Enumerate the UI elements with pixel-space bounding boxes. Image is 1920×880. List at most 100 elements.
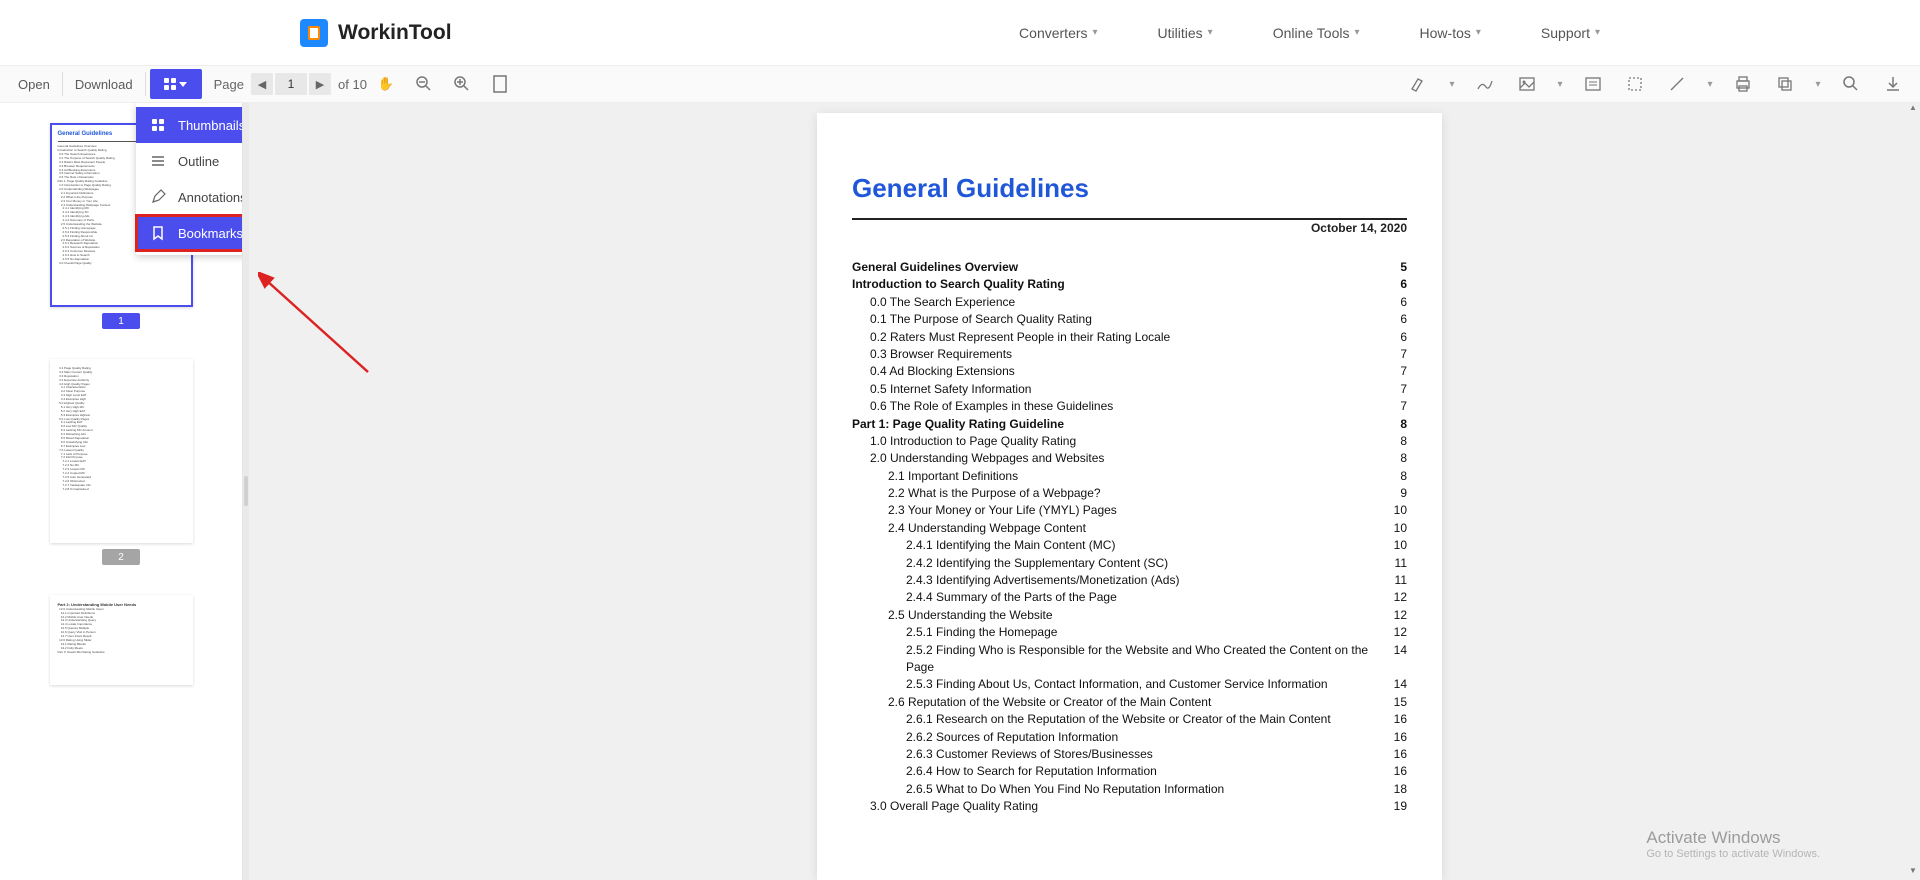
fit-page-icon[interactable] [482,69,518,99]
toc-row: Introduction to Search Quality Rating6 [852,276,1407,293]
windows-watermark: Activate Windows Go to Settings to activ… [1646,828,1820,860]
toc-row: 2.4 Understanding Webpage Content10 [852,520,1407,537]
toc-row: 2.4.3 Identifying Advertisements/Monetiz… [852,572,1407,589]
page-badge-1: 1 [102,313,140,329]
chevron-down-icon[interactable]: ▾ [1443,69,1461,99]
dd-label: Annotations [178,190,243,205]
line-tool-icon[interactable] [1659,69,1695,99]
scroll-down-icon[interactable]: ▼ [1906,866,1920,880]
zoom-in-icon[interactable] [444,69,480,99]
nav-utilities[interactable]: Utilities▾ [1158,25,1213,41]
dropdown-thumbnails[interactable]: Thumbnails [136,107,243,143]
chevron-down-icon: ▾ [1595,27,1600,38]
page-thumbnail-2[interactable]: 3.1 Page Quality Rating 3.2 Main Content… [50,359,193,543]
toc-row: 2.6.5 What to Do When You Find No Reputa… [852,781,1407,798]
toc-row: 2.2 What is the Purpose of a Webpage?9 [852,485,1407,502]
toc-row: 2.5.3 Finding About Us, Contact Informat… [852,676,1407,693]
text-tool-icon[interactable] [1575,69,1611,99]
toc-row: 2.5.1 Finding the Homepage12 [852,624,1407,641]
zoom-out-icon[interactable] [406,69,442,99]
open-button[interactable]: Open [8,71,60,98]
dropdown-outline[interactable]: Outline [136,143,243,179]
watermark-sub: Go to Settings to activate Windows. [1646,848,1820,860]
page-count: of 10 [338,77,367,92]
chevron-down-icon: ▾ [1093,27,1098,38]
separator [145,72,146,96]
toc-row: 0.0 The Search Experience6 [852,294,1407,311]
dd-label: Thumbnails [178,118,243,133]
save-download-icon[interactable] [1875,69,1911,99]
page-thumbnail-3[interactable]: Part 2: Understanding Mobile User Needs … [50,595,193,685]
watermark-title: Activate Windows [1646,828,1820,848]
dd-label: Bookmarks [178,226,243,241]
list-icon [150,153,166,169]
toc-row: 2.0 Understanding Webpages and Websites8 [852,450,1407,467]
main-nav: Converters▾ Utilities▾ Online Tools▾ How… [1019,25,1600,41]
brand-name: WorkinTool [338,21,452,45]
next-page-button[interactable]: ▶ [309,73,331,95]
nav-converters[interactable]: Converters▾ [1019,25,1098,41]
dropdown-annotations[interactable]: Annotations [136,179,243,215]
toc-row: 2.3 Your Money or Your Life (YMYL) Pages… [852,502,1407,519]
dd-label: Outline [178,154,219,169]
toc-row: 0.4 Ad Blocking Extensions7 [852,363,1407,380]
chevron-down-icon[interactable]: ▾ [1551,69,1569,99]
print-icon[interactable] [1725,69,1761,99]
site-header: WorkinTool Converters▾ Utilities▾ Online… [0,0,1920,65]
right-toolbar: ▾ ▾ ▾ ▾ [1400,69,1912,99]
grid-icon [150,117,166,133]
toc-row: Part 1: Page Quality Rating Guideline8 [852,416,1407,433]
nav-online-tools[interactable]: Online Tools▾ [1273,25,1360,41]
logo-area[interactable]: WorkinTool [300,19,452,47]
toc-row: 2.1 Important Definitions8 [852,468,1407,485]
toc-row: 2.4.2 Identifying the Supplementary Cont… [852,555,1407,572]
toc-row: General Guidelines Overview5 [852,259,1407,276]
toc-row: 1.0 Introduction to Page Quality Rating8 [852,433,1407,450]
doc-date: October 14, 2020 [852,218,1407,235]
toc-row: 2.5.2 Finding Who is Responsible for the… [852,642,1407,677]
dropdown-bookmarks[interactable]: Bookmarks [136,215,243,251]
chevron-down-icon [179,82,187,87]
toc-row: 2.6.1 Research on the Reputation of the … [852,711,1407,728]
toc-row: 0.1 The Purpose of Search Quality Rating… [852,311,1407,328]
table-of-contents: General Guidelines Overview5Introduction… [852,259,1407,816]
prev-page-button[interactable]: ◀ [251,73,273,95]
toc-row: 2.5 Understanding the Website12 [852,607,1407,624]
logo-icon [300,19,328,47]
main-area: General Guidelines General Guidelines Ov… [0,103,1920,880]
toc-row: 2.6 Reputation of the Website or Creator… [852,694,1407,711]
pdf-page: General Guidelines October 14, 2020 Gene… [817,113,1442,880]
page-badge-2: 2 [102,549,140,565]
toc-row: 2.4.1 Identifying the Main Content (MC)1… [852,537,1407,554]
chevron-down-icon: ▾ [1476,27,1481,38]
toc-row: 2.6.4 How to Search for Reputation Infor… [852,763,1407,780]
bookmark-icon [150,225,166,241]
toc-row: 0.2 Raters Must Represent People in thei… [852,329,1407,346]
doc-title: General Guidelines [852,173,1407,204]
download-button[interactable]: Download [65,71,143,98]
highlight-tool-icon[interactable] [1401,69,1437,99]
panel-dropdown: Thumbnails Outline Annotations Bookmarks [136,103,243,255]
scroll-up-icon[interactable]: ▲ [1906,103,1920,117]
nav-support[interactable]: Support▾ [1541,25,1600,41]
page-viewer[interactable]: General Guidelines October 14, 2020 Gene… [249,103,1920,880]
toc-row: 0.3 Browser Requirements7 [852,346,1407,363]
pan-tool-icon[interactable]: ✋ [368,69,404,99]
page-number-input[interactable] [275,73,307,95]
signature-tool-icon[interactable] [1467,69,1503,99]
chevron-down-icon[interactable]: ▾ [1701,69,1719,99]
chevron-down-icon: ▾ [1355,27,1360,38]
page-label: Page [214,77,244,92]
copy-icon[interactable] [1767,69,1803,99]
viewer-scrollbar[interactable]: ▲ ▼ [1906,103,1920,880]
thumbnail-sidebar[interactable]: General Guidelines General Guidelines Ov… [0,103,243,880]
search-icon[interactable] [1833,69,1869,99]
toc-row: 0.5 Internet Safety Information7 [852,381,1407,398]
shape-tool-icon[interactable] [1617,69,1653,99]
toc-row: 3.0 Overall Page Quality Rating19 [852,798,1407,815]
separator [62,72,63,96]
panel-mode-button[interactable] [150,69,202,99]
chevron-down-icon[interactable]: ▾ [1809,69,1827,99]
image-tool-icon[interactable] [1509,69,1545,99]
nav-how-tos[interactable]: How-tos▾ [1420,25,1481,41]
